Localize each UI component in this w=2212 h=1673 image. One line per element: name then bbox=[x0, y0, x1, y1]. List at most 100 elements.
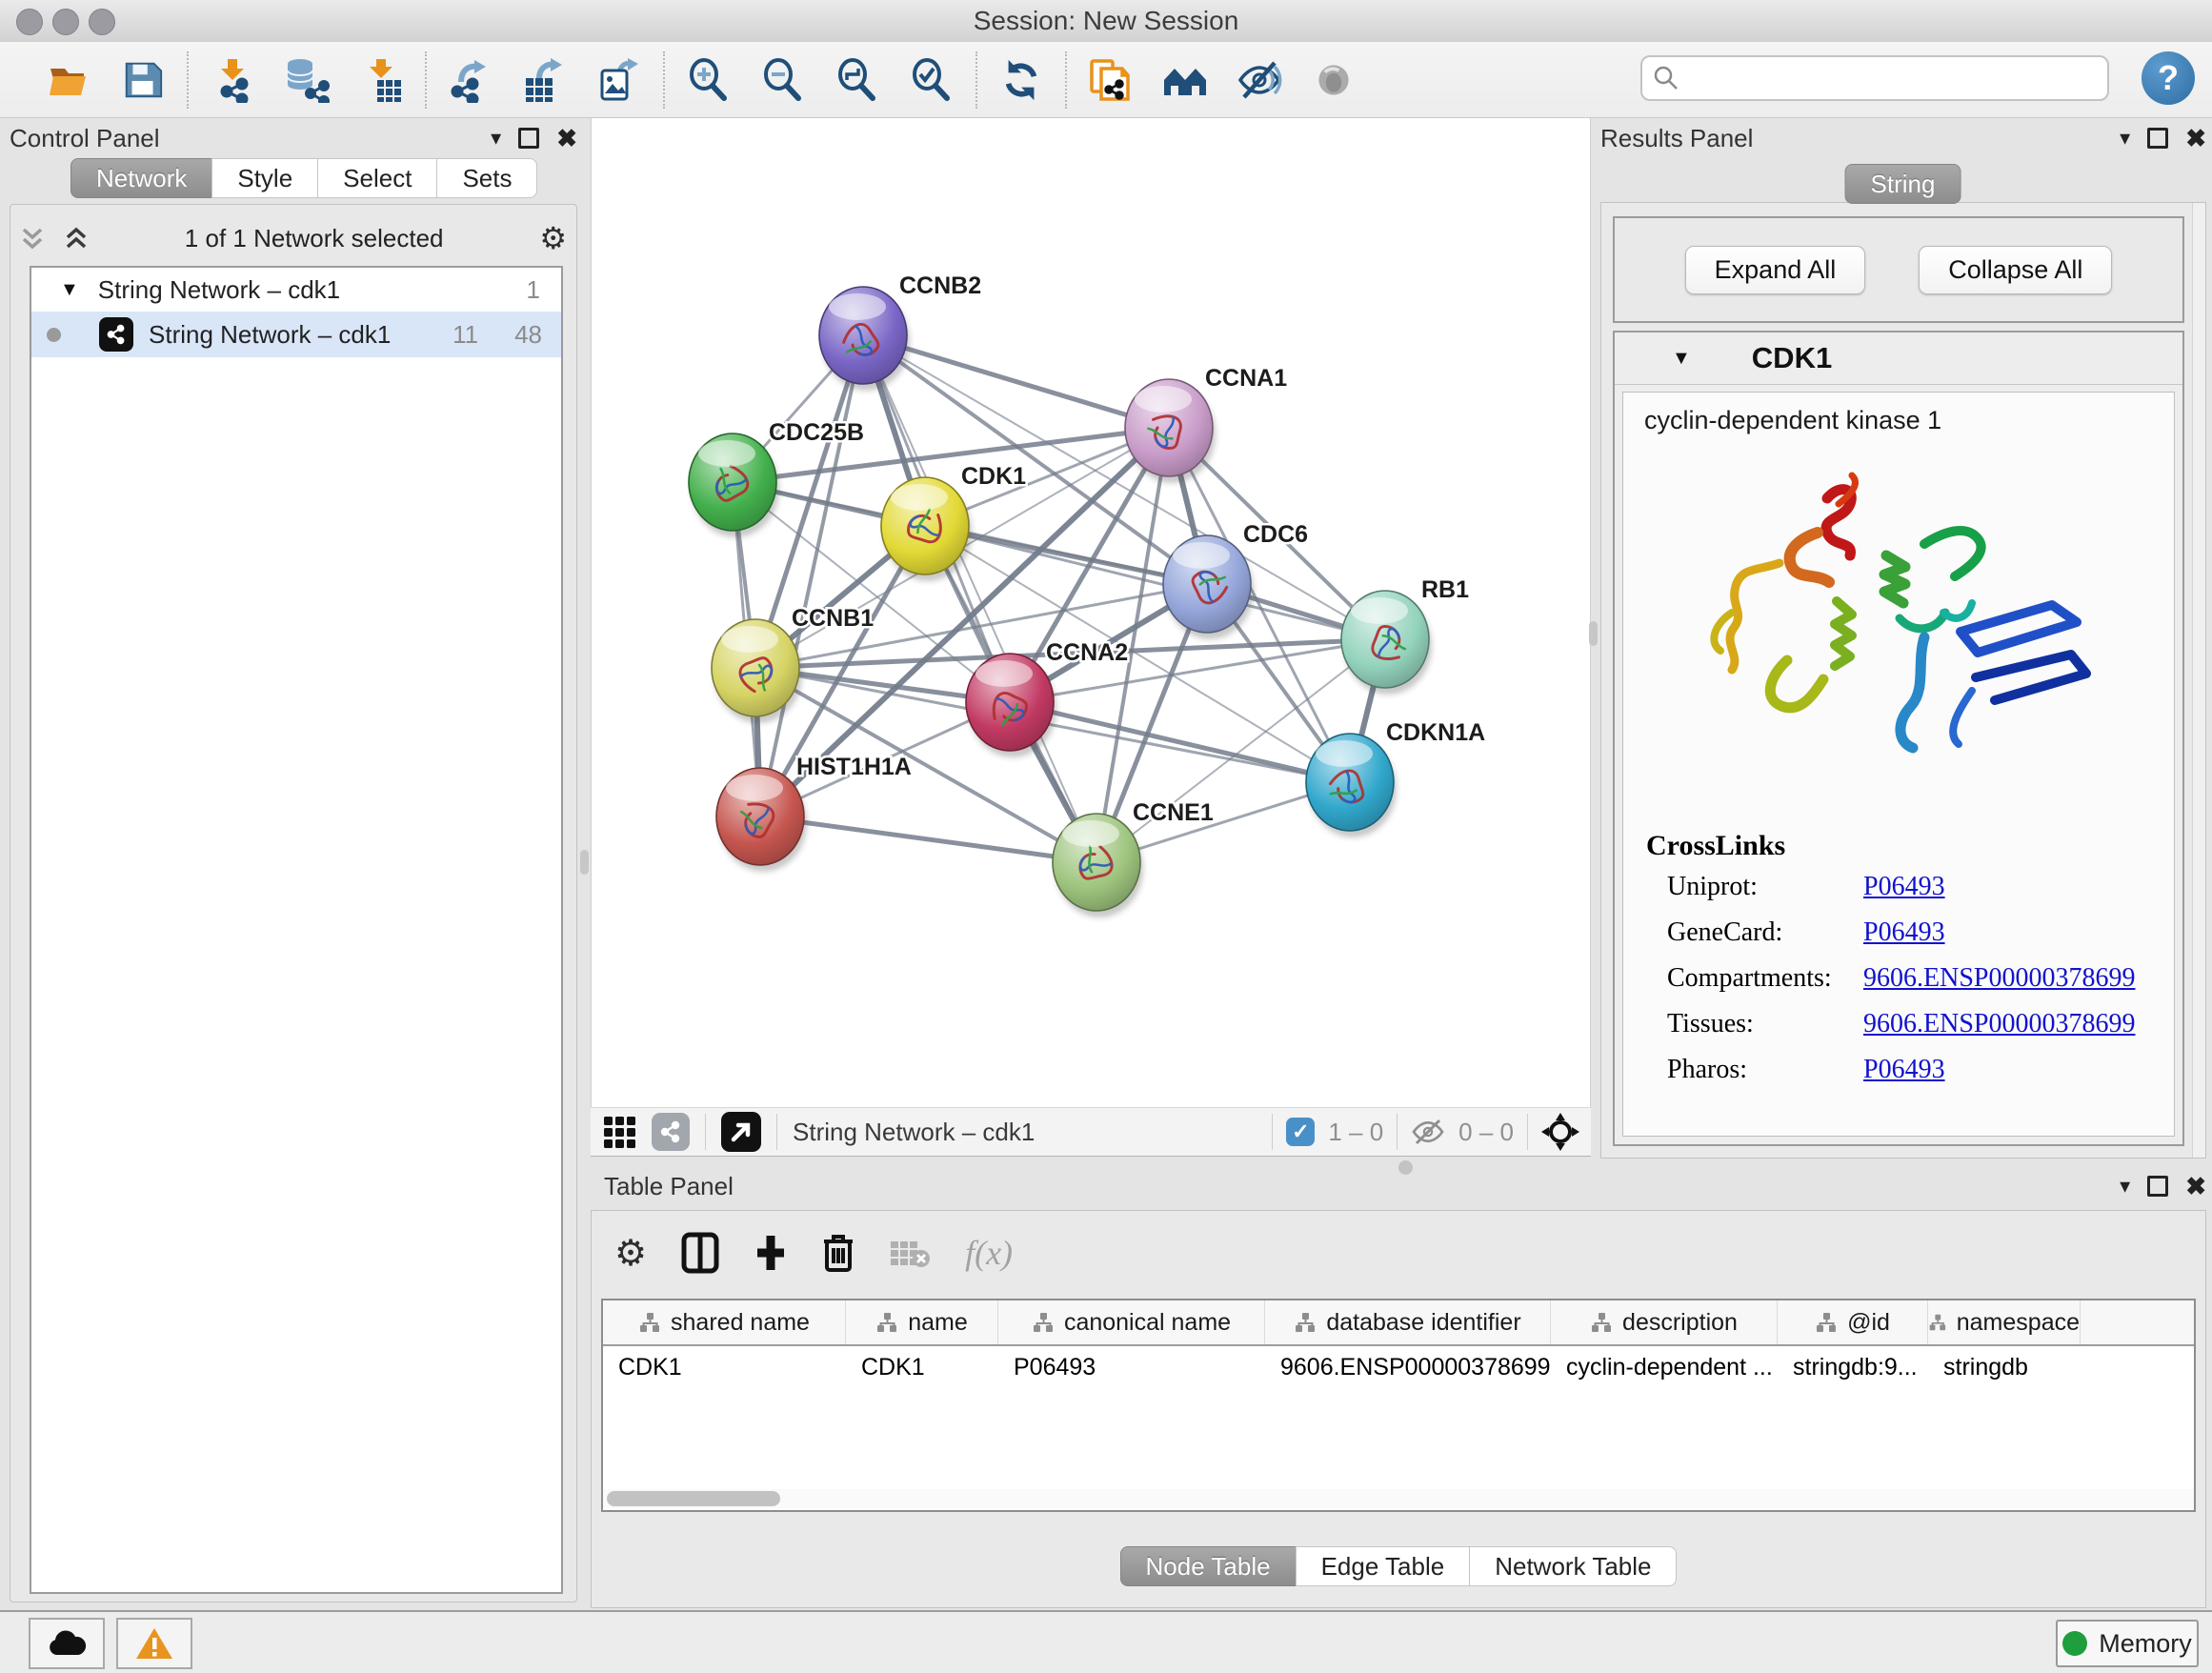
zoom-fit-button[interactable] bbox=[835, 57, 880, 103]
node-CCNB1[interactable] bbox=[712, 619, 802, 723]
tab-network-table[interactable]: Network Table bbox=[1469, 1546, 1677, 1586]
search-input[interactable] bbox=[1688, 63, 2098, 94]
tab-string[interactable]: String bbox=[1845, 164, 1961, 204]
import-table-file-button[interactable] bbox=[358, 57, 404, 103]
node-CDKN1A[interactable] bbox=[1306, 734, 1397, 837]
cell-name[interactable]: CDK1 bbox=[846, 1346, 998, 1388]
cell--id[interactable]: stringdb:9... bbox=[1778, 1346, 1928, 1388]
column-header-name[interactable]: name bbox=[846, 1300, 998, 1344]
birds-eye-grid-icon[interactable] bbox=[602, 1115, 636, 1149]
panel-close-icon[interactable]: ✖ bbox=[2185, 124, 2206, 153]
results-scrollbar[interactable] bbox=[2192, 203, 2205, 1158]
node-CCNB2[interactable] bbox=[819, 287, 910, 391]
tab-node-table[interactable]: Node Table bbox=[1120, 1546, 1297, 1586]
entry-collapse-icon[interactable]: ▼ bbox=[1672, 348, 1691, 370]
edge-CCNB2-HIST1H1A[interactable] bbox=[760, 335, 863, 816]
selected-checkbox[interactable]: ✓ bbox=[1286, 1118, 1315, 1146]
export-table-button[interactable] bbox=[522, 57, 568, 103]
save-session-button[interactable] bbox=[120, 57, 166, 103]
column-header-shared-name[interactable]: shared name bbox=[603, 1300, 846, 1344]
scrollbar-thumb[interactable] bbox=[607, 1491, 780, 1506]
hide-selection-button[interactable] bbox=[1237, 57, 1282, 103]
gene-entry-header[interactable]: ▼ CDK1 bbox=[1615, 333, 2182, 385]
tab-select[interactable]: Select bbox=[317, 158, 437, 198]
node-CCNA1[interactable] bbox=[1125, 379, 1216, 483]
expand-all-button[interactable]: Expand All bbox=[1685, 246, 1866, 294]
show-graphics-details-button[interactable] bbox=[1311, 57, 1357, 103]
column-header-namespace[interactable]: namespace bbox=[1928, 1300, 2081, 1344]
left-splitter-handle[interactable] bbox=[580, 850, 589, 875]
edge-CCNB2-CCNE1[interactable] bbox=[863, 335, 1096, 862]
panel-float-icon[interactable] bbox=[2147, 1176, 2168, 1197]
panel-float-icon[interactable] bbox=[518, 128, 539, 149]
cloud-status-button[interactable] bbox=[29, 1618, 105, 1669]
crosslink-link[interactable]: P06493 bbox=[1863, 917, 1945, 948]
tab-edge-table[interactable]: Edge Table bbox=[1296, 1546, 1471, 1586]
copy-network-button[interactable] bbox=[1088, 57, 1134, 103]
crosslink-link[interactable]: P06493 bbox=[1863, 872, 1945, 902]
network-options-gear-icon[interactable]: ⚙ bbox=[539, 220, 567, 256]
table-horizontal-scrollbar[interactable] bbox=[603, 1489, 2194, 1508]
tab-style[interactable]: Style bbox=[211, 158, 318, 198]
panel-menu-icon[interactable]: ▾ bbox=[2120, 1174, 2130, 1199]
panel-menu-icon[interactable]: ▾ bbox=[2120, 126, 2130, 151]
add-column-icon[interactable] bbox=[754, 1232, 788, 1274]
show-columns-icon[interactable] bbox=[681, 1232, 719, 1274]
collapse-all-button[interactable]: Collapse All bbox=[1919, 246, 2112, 294]
expand-all-networks-icon[interactable] bbox=[64, 224, 89, 252]
tab-sets[interactable]: Sets bbox=[436, 158, 537, 198]
node-CDC6[interactable] bbox=[1163, 535, 1254, 639]
warnings-button[interactable] bbox=[116, 1618, 192, 1669]
zoom-selected-button[interactable] bbox=[909, 57, 955, 103]
table-row[interactable]: CDK1CDK1P064939606.ENSP00000378699cyclin… bbox=[603, 1346, 2194, 1388]
cell-shared-name[interactable]: CDK1 bbox=[603, 1346, 846, 1388]
gray-eye-icon bbox=[1313, 59, 1355, 101]
column-header-canonical-name[interactable]: canonical name bbox=[998, 1300, 1265, 1344]
right-splitter-handle[interactable] bbox=[1589, 621, 1598, 646]
memory-button[interactable]: Memory bbox=[2056, 1620, 2199, 1667]
panel-float-icon[interactable] bbox=[2147, 128, 2168, 149]
help-button[interactable]: ? bbox=[2142, 51, 2195, 105]
column-header--id[interactable]: @id bbox=[1778, 1300, 1928, 1344]
node-CDK1[interactable] bbox=[881, 477, 972, 581]
panel-menu-icon[interactable]: ▾ bbox=[491, 126, 501, 151]
first-neighbors-button[interactable] bbox=[1162, 57, 1208, 103]
apply-layout-button[interactable] bbox=[998, 57, 1044, 103]
import-network-file-button[interactable] bbox=[210, 57, 255, 103]
zoom-in-button[interactable] bbox=[686, 57, 732, 103]
panel-close-icon[interactable]: ✖ bbox=[2185, 1172, 2206, 1201]
cell-description[interactable]: cyclin-dependent ... bbox=[1551, 1346, 1778, 1388]
open-session-button[interactable] bbox=[46, 57, 91, 103]
open-in-new-window-button[interactable] bbox=[721, 1112, 761, 1152]
cell-namespace[interactable]: stringdb bbox=[1928, 1346, 2081, 1388]
export-network-button[interactable] bbox=[448, 57, 493, 103]
tab-network[interactable]: Network bbox=[70, 158, 212, 198]
network-collection-row[interactable]: ▼ String Network – cdk1 1 bbox=[31, 268, 561, 312]
crosshair-icon[interactable] bbox=[1541, 1113, 1579, 1151]
zoom-out-button[interactable] bbox=[760, 57, 806, 103]
node-HIST1H1A[interactable] bbox=[716, 768, 807, 872]
cell-canonical-name[interactable]: P06493 bbox=[998, 1346, 1265, 1388]
network-row-selected[interactable]: String Network – cdk1 11 48 bbox=[31, 312, 561, 357]
panel-close-icon[interactable]: ✖ bbox=[556, 124, 577, 153]
crosslink-link[interactable]: 9606.ENSP00000378699 bbox=[1863, 1009, 2135, 1039]
export-image-button[interactable] bbox=[596, 57, 642, 103]
network-graph[interactable]: CCNB2CCNA1CDC25BCDK1CDC6RB1CCNB1CCNA2CDK… bbox=[592, 118, 1590, 1107]
node-CDC25B[interactable] bbox=[689, 433, 779, 537]
table-options-gear-icon[interactable]: ⚙ bbox=[614, 1232, 647, 1275]
node-RB1[interactable] bbox=[1341, 591, 1432, 695]
edge-HIST1H1A-CCNE1[interactable] bbox=[760, 816, 1096, 862]
collapse-all-networks-icon[interactable] bbox=[20, 224, 45, 252]
column-header-description[interactable]: description bbox=[1551, 1300, 1778, 1344]
import-network-database-button[interactable] bbox=[284, 57, 330, 103]
network-share-toggle[interactable] bbox=[652, 1113, 690, 1151]
collection-expand-icon[interactable]: ▼ bbox=[60, 279, 79, 301]
cell-database-identifier[interactable]: 9606.ENSP00000378699 bbox=[1265, 1346, 1551, 1388]
network-canvas[interactable]: CCNB2CCNA1CDC25BCDK1CDC6RB1CCNB1CCNA2CDK… bbox=[591, 118, 1591, 1107]
node-CCNA2[interactable] bbox=[966, 654, 1056, 757]
crosslink-link[interactable]: 9606.ENSP00000378699 bbox=[1863, 963, 2135, 994]
column-header-database-identifier[interactable]: database identifier bbox=[1265, 1300, 1551, 1344]
node-CCNE1[interactable] bbox=[1053, 814, 1143, 917]
delete-column-icon[interactable] bbox=[822, 1232, 855, 1274]
crosslink-link[interactable]: P06493 bbox=[1863, 1055, 1945, 1085]
